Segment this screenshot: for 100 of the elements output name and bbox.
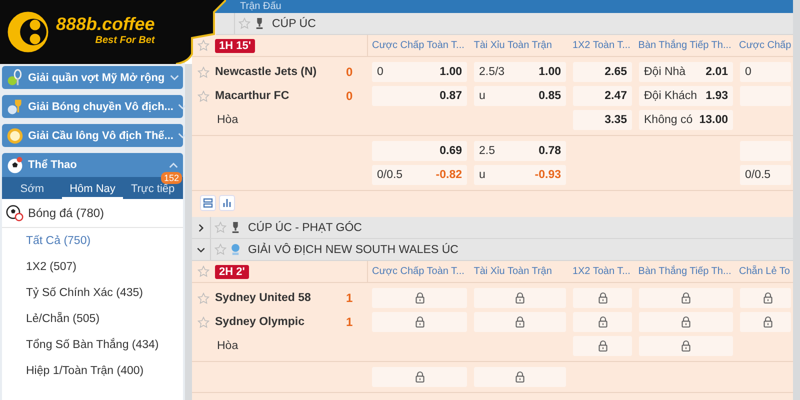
sidebar-panel[interactable]: Giải quần vợt Mỹ Mở rộng (2, 66, 183, 89)
market-item[interactable]: Tỷ Số Chính Xác (435) (2, 280, 183, 306)
scrollbar[interactable] (793, 0, 800, 400)
odds-price: 0.69 (440, 145, 462, 157)
lock-icon (515, 371, 525, 383)
sport-label[interactable]: Bóng đá (780) (28, 206, 104, 220)
section-title: Trận Đấu (240, 1, 282, 12)
odds-line: Không có (644, 114, 694, 126)
odds-cell[interactable]: u -0.93 (474, 165, 566, 185)
odds-cell[interactable]: u 0.85 (474, 86, 566, 106)
bar-chart-icon[interactable] (219, 195, 235, 211)
star-icon[interactable] (197, 292, 210, 304)
team-score: 1 (346, 315, 354, 329)
list-icon[interactable] (200, 195, 216, 211)
column-header: Chẵn Lẻ To (738, 266, 791, 277)
league-header[interactable]: GIẢI VÔ ĐỊCH NEW SOUTH WALES ÚC (192, 239, 793, 261)
odds-cell[interactable]: Đội Nhà 2.01 (639, 62, 733, 82)
team-name: Sydney United 58 (215, 292, 312, 304)
league-name: GIẢI VÔ ĐỊCH NEW SOUTH WALES ÚC (248, 244, 458, 256)
odds-cell[interactable]: Không có 13.00 (639, 110, 733, 130)
odds-line: u (479, 90, 486, 102)
column-header: 1X2 Toàn T... (571, 40, 632, 51)
column-header: Cược Chấp Toàn T... (371, 266, 466, 277)
market-item[interactable]: 1X2 (507) (2, 254, 183, 280)
market-item[interactable]: Tổng Số Bàn Thắng (434) (2, 332, 183, 358)
odds-cell[interactable]: 0/0.5 (740, 165, 791, 185)
market-item[interactable]: Hiệp 1/Toàn Trận (400) (2, 358, 183, 384)
star-icon[interactable] (197, 316, 210, 328)
odds-price: 2.65 (604, 66, 627, 78)
market-item[interactable]: Tất Cả (750) (2, 228, 183, 254)
odds-line: Đội Nhà (644, 66, 687, 78)
column-header: Cược Chấp (738, 40, 792, 51)
lock-icon (598, 316, 608, 328)
trophy-icon (230, 221, 241, 234)
odds-line: 0/0.5 (377, 169, 404, 181)
lock-icon (763, 316, 773, 328)
odds-price: 0.87 (440, 90, 462, 102)
lock-icon (598, 340, 608, 352)
odds-line: u (479, 169, 486, 181)
globe-icon (230, 243, 241, 256)
trophy-icon (254, 17, 265, 30)
odds-cell[interactable]: 0.87 (372, 86, 467, 106)
lock-icon (515, 316, 525, 328)
sidebar-tab[interactable]: Sớm (2, 177, 62, 199)
odds-cell[interactable]: 3.35 (573, 110, 632, 130)
column-header: Bàn Thắng Tiếp Th... (637, 266, 732, 277)
star-icon[interactable] (197, 66, 210, 78)
league-header[interactable]: CÚP ÚC (216, 13, 793, 35)
panel-title: Giải Cầu lông Vô địch Thế... (28, 130, 174, 142)
soccer-ball-icon (6, 204, 24, 222)
team-score: 0 (346, 65, 354, 79)
odds-price: 1.93 (706, 90, 728, 102)
team-score: 1 (346, 291, 354, 305)
sidebar-panel[interactable]: Giải Cầu lông Vô địch Thế... (2, 124, 183, 147)
odds-line: Đội Khách (644, 90, 698, 102)
star-icon[interactable] (197, 39, 210, 52)
league-name: CÚP ÚC (272, 18, 316, 30)
draw-label: Hòa (217, 114, 238, 126)
odds-cell[interactable]: 2.5 0.78 (474, 141, 566, 161)
lock-icon (515, 292, 525, 304)
star-icon[interactable] (197, 265, 210, 278)
team-score: 0 (346, 89, 354, 103)
odds-cell[interactable]: 2.65 (573, 62, 632, 82)
lock-icon (681, 316, 691, 328)
column-header: Bàn Thắng Tiếp Th... (637, 40, 732, 51)
star-icon[interactable] (214, 243, 227, 256)
odds-cell[interactable]: 2.5/3 1.00 (474, 62, 566, 82)
league-header[interactable]: CÚP ÚC - PHẠT GÓC (192, 217, 793, 239)
odds-price: 1.00 (440, 66, 462, 78)
panel-title: Giải quần vợt Mỹ Mở rộng (28, 72, 165, 84)
star-icon[interactable] (238, 17, 251, 30)
logo-tagline: Best For Bet (95, 35, 155, 46)
odds-line: 0/0.5 (745, 169, 772, 181)
logo-icon (6, 10, 50, 54)
lock-icon (414, 371, 424, 383)
scrollbar[interactable] (185, 64, 192, 400)
odds-price: 1.00 (538, 66, 561, 78)
odds-price: -0.82 (436, 169, 462, 181)
star-icon[interactable] (197, 90, 210, 102)
draw-label: Hòa (217, 340, 238, 352)
team-name: Macarthur FC (215, 90, 290, 102)
odds-cell[interactable]: Đội Khách 1.93 (639, 86, 733, 106)
odds-cell[interactable]: 0/0.5 -0.82 (372, 165, 467, 185)
column-header: 1X2 Toàn T... (571, 266, 632, 277)
market-item[interactable]: Lẻ/Chẵn (505) (2, 306, 183, 332)
team-name: Newcastle Jets (N) (215, 66, 318, 78)
star-icon[interactable] (214, 221, 227, 234)
lock-icon (763, 292, 773, 304)
odds-cell[interactable]: 0.69 (372, 141, 467, 161)
odds-price: 3.35 (604, 114, 627, 126)
tennis-icon (6, 68, 24, 86)
sidebar-panel[interactable]: Giải Bóng chuyền Vô địch... (2, 95, 183, 118)
live-status-badge: 2H 2' (215, 264, 249, 278)
chevron-down-icon (168, 72, 180, 83)
odds-price: 2.47 (604, 90, 627, 102)
odds-cell[interactable]: 0 1.00 (372, 62, 467, 82)
odds-cell[interactable]: 0 (740, 62, 791, 82)
odds-cell[interactable]: 2.47 (573, 86, 632, 106)
odds-line: 2.5/3 (479, 66, 506, 78)
odds-price: 0.78 (538, 145, 561, 157)
